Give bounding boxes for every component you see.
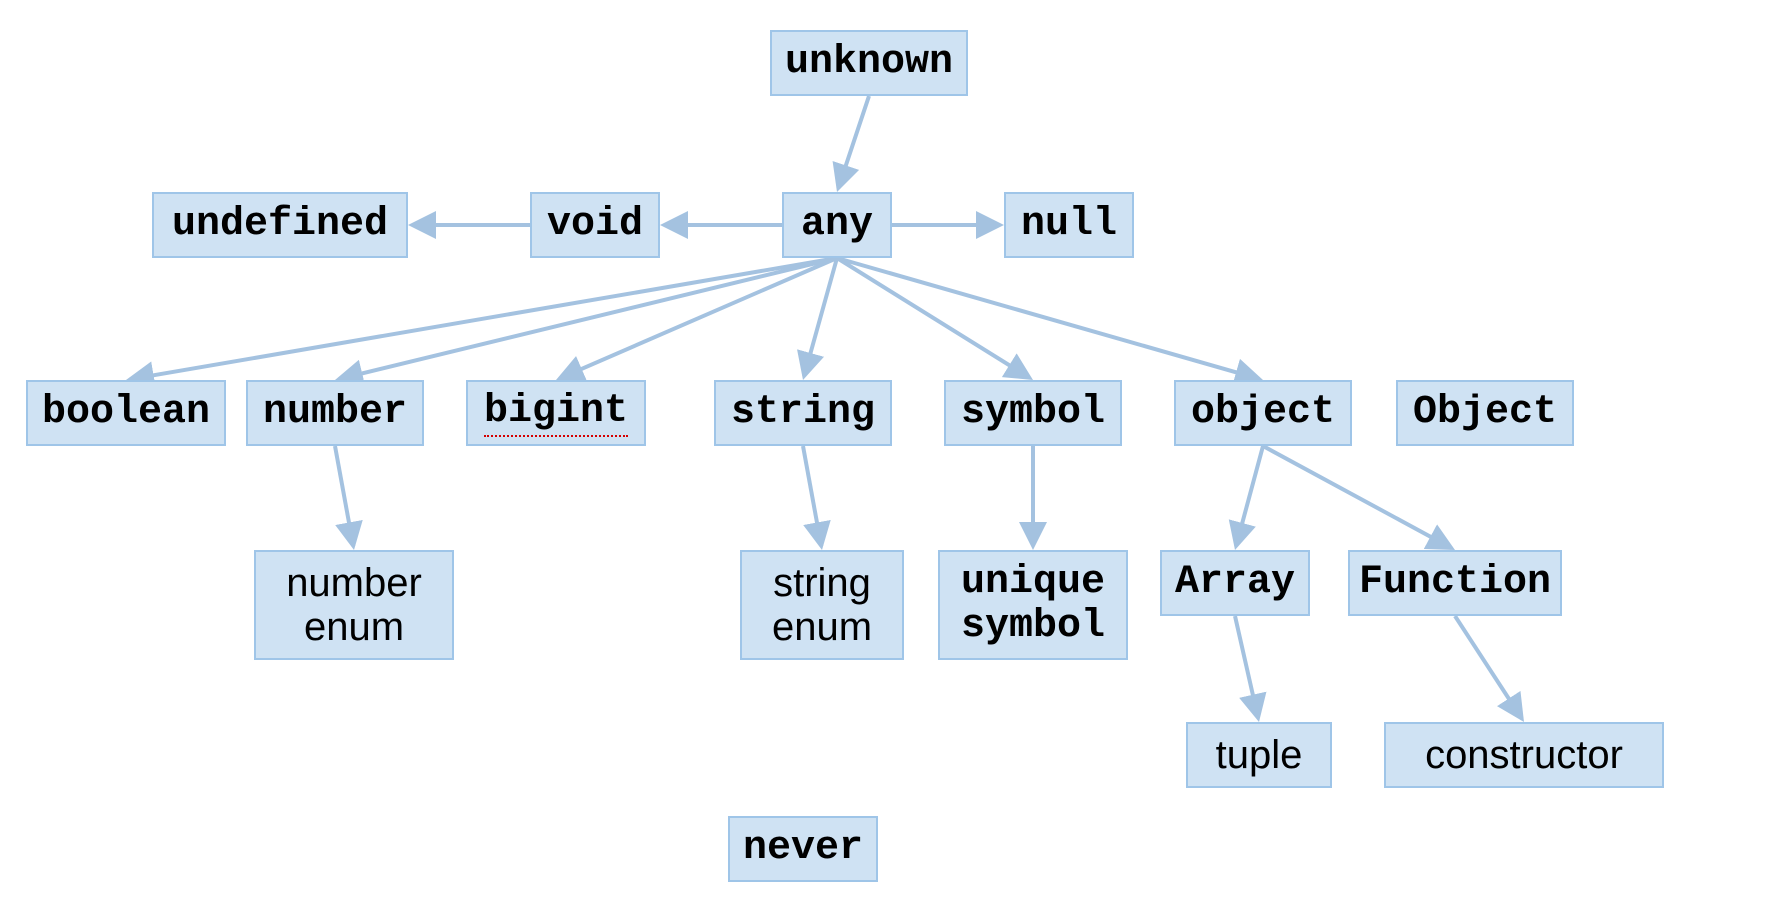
node-label: unknown xyxy=(785,41,953,85)
node-label: void xyxy=(547,203,643,247)
node-unknown: unknown xyxy=(770,30,968,96)
node-undefined: undefined xyxy=(152,192,408,258)
node-label: constructor xyxy=(1425,733,1623,777)
node-number_enum: numberenum xyxy=(254,550,454,660)
node-any: any xyxy=(782,192,892,258)
edge-function-to-constructor xyxy=(1455,616,1522,719)
edge-unknown-to-any xyxy=(838,96,869,188)
node-label: any xyxy=(801,203,873,247)
node-boolean: boolean xyxy=(26,380,226,446)
node-label: stringenum xyxy=(772,561,872,649)
node-label: symbol xyxy=(961,391,1105,435)
node-function: Function xyxy=(1348,550,1562,616)
node-label: object xyxy=(1191,391,1335,435)
node-label: Function xyxy=(1359,561,1551,605)
node-array: Array xyxy=(1160,550,1310,616)
node-label: Array xyxy=(1175,561,1295,605)
node-label: boolean xyxy=(42,391,210,435)
node-bigint: bigint xyxy=(466,380,646,446)
node-null: null xyxy=(1004,192,1134,258)
node-object_lower: object xyxy=(1174,380,1352,446)
node-label: uniquesymbol xyxy=(961,561,1105,649)
node-string: string xyxy=(714,380,892,446)
edge-any-to-number xyxy=(339,258,837,379)
edge-number-to-number_enum xyxy=(335,446,353,546)
edge-object_lower-to-array xyxy=(1236,446,1263,546)
node-label: null xyxy=(1021,203,1117,247)
node-label: never xyxy=(743,827,863,871)
edge-object_lower-to-function xyxy=(1263,446,1451,548)
node-tuple: tuple xyxy=(1186,722,1332,788)
edge-any-to-bigint xyxy=(560,258,837,378)
node-unique_symbol: uniquesymbol xyxy=(938,550,1128,660)
node-label: string xyxy=(731,391,875,435)
edge-any-to-object_lower xyxy=(837,258,1259,379)
edge-any-to-string xyxy=(804,258,837,376)
edge-string-to-string_enum xyxy=(803,446,821,546)
node-label: tuple xyxy=(1216,733,1303,777)
node-void: void xyxy=(530,192,660,258)
node-label: bigint xyxy=(484,390,628,437)
edge-array-to-tuple xyxy=(1235,616,1258,718)
node-never: never xyxy=(728,816,878,882)
node-string_enum: stringenum xyxy=(740,550,904,660)
node-number: number xyxy=(246,380,424,446)
node-label: number xyxy=(263,391,407,435)
node-label: undefined xyxy=(172,203,388,247)
node-symbol: symbol xyxy=(944,380,1122,446)
node-label: Object xyxy=(1413,391,1557,435)
node-label: numberenum xyxy=(286,561,422,649)
edge-any-to-symbol xyxy=(837,258,1030,378)
node-constructor: constructor xyxy=(1384,722,1664,788)
edge-any-to-boolean xyxy=(130,258,837,379)
node-object_upper: Object xyxy=(1396,380,1574,446)
